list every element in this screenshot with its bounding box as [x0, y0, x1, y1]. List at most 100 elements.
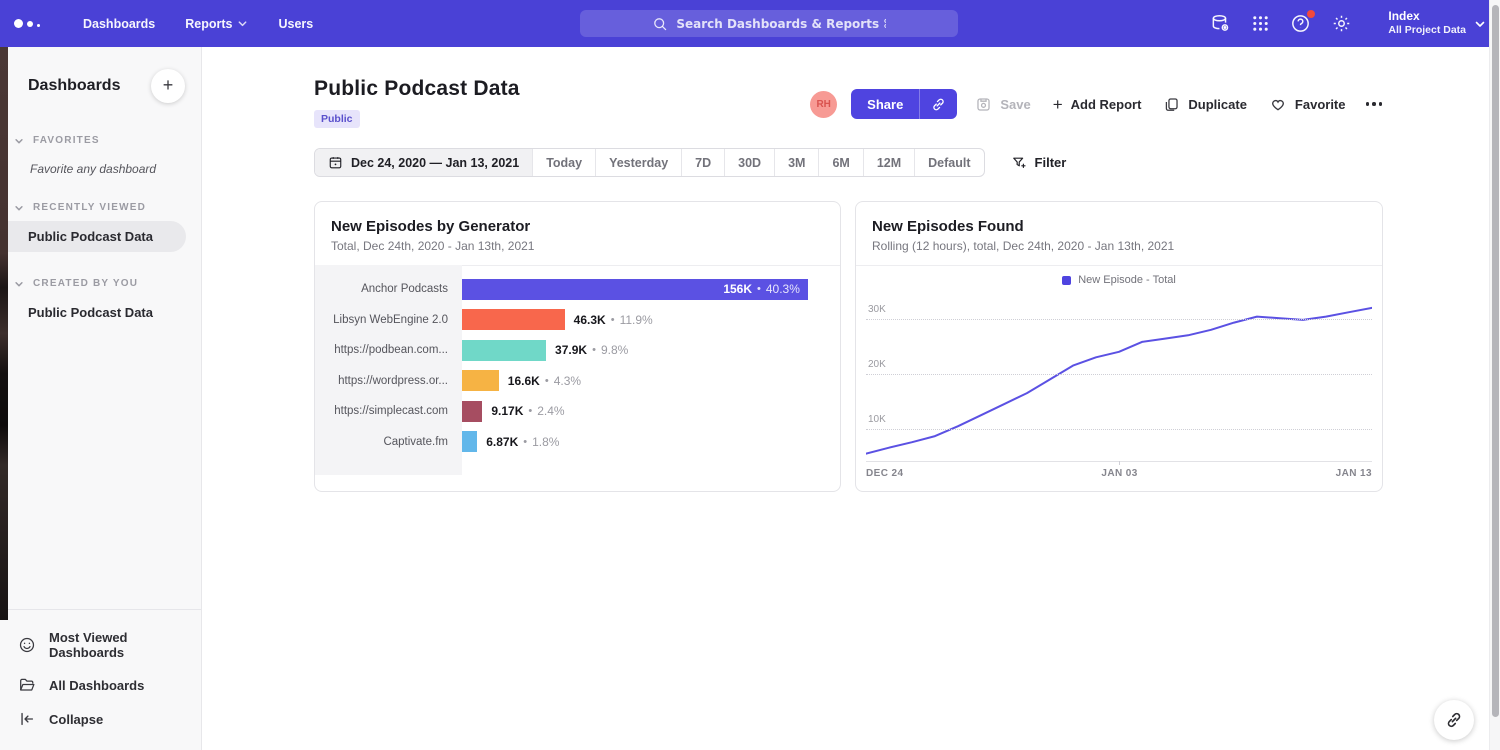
bar-chart: Anchor Podcasts 156K•40.3% Libsyn WebEng… — [315, 266, 840, 475]
bar-row[interactable]: https://simplecast.com 9.17K•2.4% — [315, 396, 840, 427]
bar-value: 156K — [723, 282, 752, 296]
bar-value: 37.9K — [555, 343, 587, 357]
section-recently-viewed-label: RECENTLY VIEWED — [33, 202, 146, 213]
link-icon — [931, 97, 946, 112]
card-new-episodes-by-generator[interactable]: New Episodes by Generator Total, Dec 24t… — [314, 201, 841, 492]
all-dashboards-label: All Dashboards — [49, 678, 144, 693]
date-range-button[interactable]: Dec 24, 2020 — Jan 13, 2021 — [315, 149, 532, 176]
date-range-control: Dec 24, 2020 — Jan 13, 2021 Today Yester… — [314, 148, 985, 177]
favorite-button[interactable]: Favorite — [1265, 95, 1350, 113]
bar-libsyn[interactable] — [462, 309, 565, 330]
card-title: New Episodes by Generator — [331, 218, 824, 235]
preset-12m[interactable]: 12M — [863, 149, 914, 176]
favorite-label: Favorite — [1295, 97, 1346, 112]
folder-icon — [18, 676, 36, 694]
preset-today[interactable]: Today — [532, 149, 595, 176]
preset-default[interactable]: Default — [914, 149, 983, 176]
bar-value: 46.3K — [574, 313, 606, 327]
preset-yesterday[interactable]: Yesterday — [595, 149, 681, 176]
sidebar-item-public-podcast-data-created[interactable]: Public Podcast Data — [0, 297, 201, 328]
bar-percent: 40.3% — [766, 282, 800, 296]
collapse-label: Collapse — [49, 712, 103, 727]
card-new-episodes-found[interactable]: New Episodes Found Rolling (12 hours), t… — [855, 201, 1383, 492]
help-icon[interactable] — [1290, 13, 1311, 34]
nav-dashboards[interactable]: Dashboards — [68, 0, 170, 47]
avatar[interactable]: RH — [810, 91, 837, 118]
duplicate-button[interactable]: Duplicate — [1159, 96, 1251, 113]
data-management-icon[interactable] — [1210, 13, 1231, 34]
search-input[interactable] — [676, 17, 886, 31]
preset-3m[interactable]: 3M — [774, 149, 818, 176]
page-title: Public Podcast Data — [314, 77, 520, 101]
bar-value: 9.17K — [491, 404, 523, 418]
section-favorites-label: FAVORITES — [33, 135, 100, 146]
bar-value: 16.6K — [508, 374, 540, 388]
bar-category-label: Libsyn WebEngine 2.0 — [315, 314, 462, 326]
duplicate-label: Duplicate — [1188, 97, 1247, 112]
preset-30d[interactable]: 30D — [724, 149, 774, 176]
sidebar-title: Dashboards — [28, 77, 120, 95]
x-label-jan03: JAN 03 — [1101, 468, 1137, 479]
bar-row[interactable]: Captivate.fm 6.87K•1.8% — [315, 427, 840, 458]
preset-6m[interactable]: 6M — [818, 149, 862, 176]
bar-percent: 11.9% — [620, 313, 653, 327]
bar-captivate[interactable] — [462, 431, 477, 452]
most-viewed-dashboards-label: Most Viewed Dashboards — [49, 630, 201, 660]
collapse-sidebar-button[interactable]: Collapse — [0, 702, 201, 736]
y-tick-20k: 20K — [868, 359, 886, 370]
calendar-icon — [328, 155, 343, 170]
more-options-button[interactable] — [1364, 96, 1385, 112]
bar-row[interactable]: Libsyn WebEngine 2.0 46.3K•11.9% — [315, 305, 840, 336]
main-content: Public Podcast Data Public RH Share Save — [202, 47, 1500, 750]
bar-percent: 1.8% — [532, 435, 559, 449]
bar-category-label: https://podbean.com... — [315, 344, 462, 356]
floating-copy-link-button[interactable] — [1434, 700, 1474, 740]
save-icon — [975, 96, 992, 113]
global-search[interactable] — [580, 10, 958, 37]
sidebar-item-public-podcast-data[interactable]: Public Podcast Data — [0, 221, 186, 252]
most-viewed-dashboards-button[interactable]: Most Viewed Dashboards — [0, 622, 201, 668]
duplicate-icon — [1163, 96, 1180, 113]
bar-row[interactable]: https://wordpress.or... 16.6K•4.3% — [315, 366, 840, 397]
chevron-down-icon — [14, 279, 24, 289]
project-name: Index — [1388, 9, 1466, 24]
add-report-button[interactable]: Add Report — [1049, 96, 1146, 113]
filter-button[interactable]: Filter — [1011, 155, 1067, 171]
add-dashboard-button[interactable] — [151, 69, 185, 103]
bar-category-label: Captivate.fm — [315, 436, 462, 448]
bar-percent: 4.3% — [554, 374, 581, 388]
bar-anchor-podcasts[interactable]: 156K•40.3% — [462, 279, 808, 300]
bar-podbean[interactable] — [462, 340, 546, 361]
project-subtitle: All Project Data — [1388, 24, 1466, 37]
apps-grid-icon[interactable] — [1251, 14, 1270, 33]
save-button[interactable]: Save — [971, 96, 1034, 113]
bar-wordpress[interactable] — [462, 370, 499, 391]
settings-gear-icon[interactable] — [1331, 13, 1352, 34]
nav-reports-label: Reports — [185, 17, 232, 31]
preset-7d[interactable]: 7D — [681, 149, 724, 176]
bar-row[interactable]: Anchor Podcasts 156K•40.3% — [315, 274, 840, 305]
nav-reports[interactable]: Reports — [170, 0, 263, 47]
bar-row[interactable]: https://podbean.com... 37.9K•9.8% — [315, 335, 840, 366]
x-tick-mark — [1119, 461, 1120, 465]
chevron-down-icon — [14, 203, 24, 213]
bar-category-label: https://simplecast.com — [315, 405, 462, 417]
share-link-button[interactable] — [919, 89, 957, 119]
bar-category-label: Anchor Podcasts — [315, 283, 462, 295]
mixpanel-logo[interactable] — [14, 19, 40, 28]
section-recently-viewed[interactable]: RECENTLY VIEWED — [0, 202, 201, 213]
share-button[interactable]: Share — [851, 89, 919, 119]
nav-users[interactable]: Users — [263, 0, 328, 47]
legend-swatch — [1062, 276, 1071, 285]
y-tick-10k: 10K — [868, 414, 886, 425]
section-favorites[interactable]: FAVORITES — [0, 135, 201, 146]
scrollbar-thumb[interactable] — [1492, 5, 1499, 717]
section-created-by-you[interactable]: CREATED BY YOU — [0, 278, 201, 289]
all-dashboards-button[interactable]: All Dashboards — [0, 668, 201, 702]
line-chart-plot[interactable]: 30K 20K 10K — [866, 294, 1372, 462]
card-title: New Episodes Found — [872, 218, 1366, 235]
card-subtitle: Rolling (12 hours), total, Dec 24th, 202… — [872, 239, 1366, 253]
page-scrollbar[interactable] — [1489, 0, 1500, 750]
bar-simplecast[interactable] — [462, 401, 482, 422]
project-selector[interactable]: Index All Project Data — [1388, 9, 1486, 37]
